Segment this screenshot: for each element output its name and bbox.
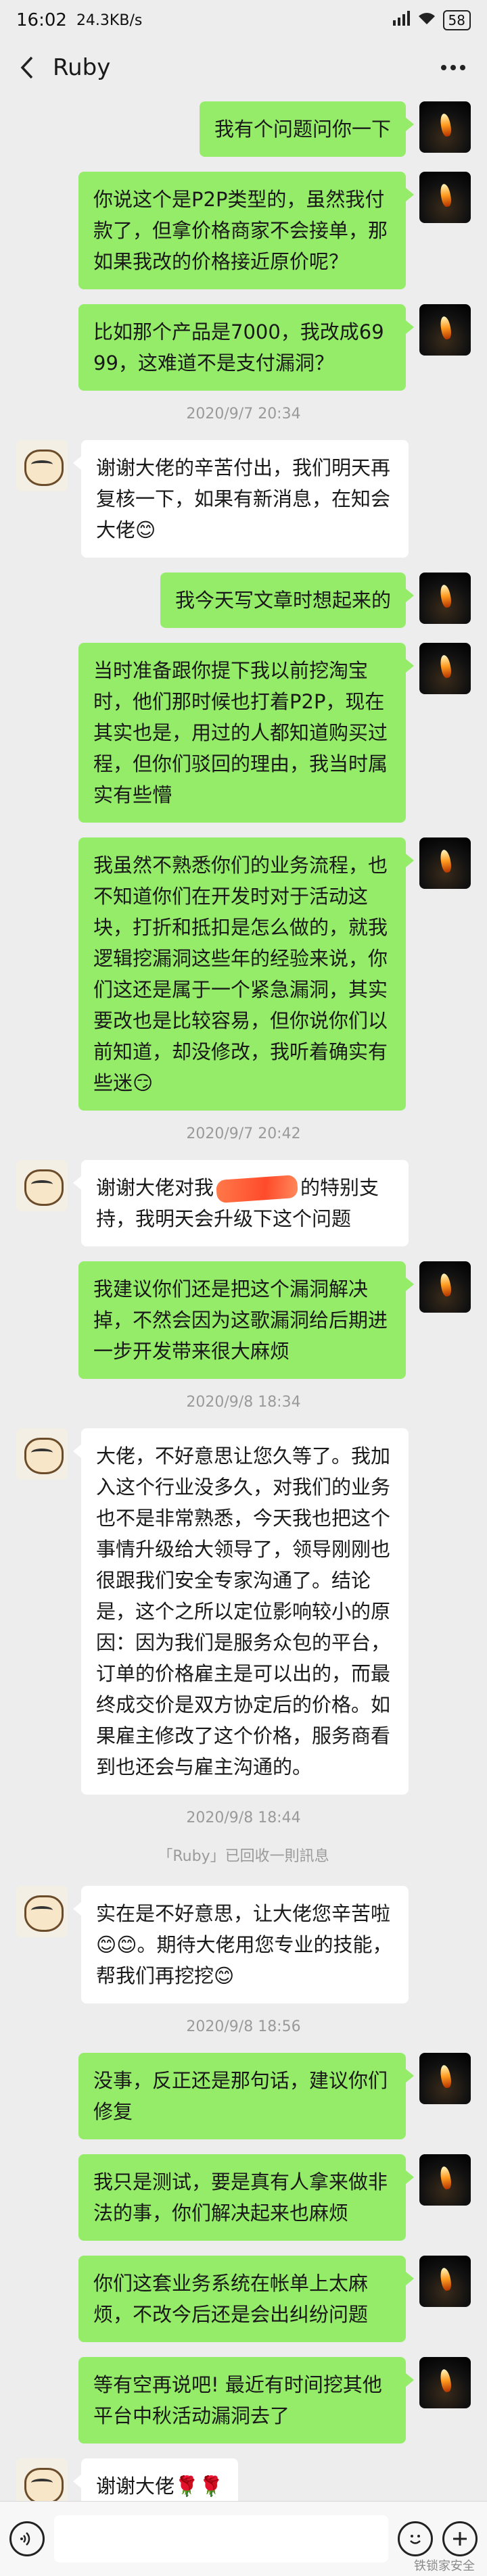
- message-row: 谢谢大佬对我 的特别支持，我明天会升级下这个问题: [0, 1160, 487, 1246]
- contact-avatar[interactable]: [16, 1886, 68, 1937]
- message-input[interactable]: [54, 2515, 388, 2562]
- message-bubble[interactable]: 我今天写文章时想起来的: [160, 573, 415, 628]
- message-bubble[interactable]: 谢谢大佬的辛苦付出，我们明天再复核一下，如果有新消息，在知会大佬😊: [73, 440, 409, 558]
- message-text: 谢谢大佬🌹🌹: [96, 2475, 224, 2498]
- message-bubble[interactable]: 等有空再说吧! 最近有时间挖其他平台中秋活动漏洞去了: [78, 2357, 414, 2444]
- status-left: 16:02 24.3KB/s: [16, 10, 142, 30]
- message-bubble[interactable]: 没事，反正还是那句话，建议你们修复: [78, 2053, 414, 2139]
- message-text: 谢谢大佬的辛苦付出，我们明天再复核一下，如果有新消息，在知会大佬😊: [96, 456, 391, 541]
- message-text: 我建议你们还是把这个漏洞解决掉，不然会因为这歌漏洞给后期进一步开发带来很大麻烦: [93, 1278, 388, 1363]
- battery-indicator: 58: [442, 10, 471, 30]
- message-row: 没事，反正还是那句话，建议你们修复: [0, 2053, 487, 2139]
- timestamp: 2020/9/8 18:56: [186, 2018, 301, 2035]
- plus-icon[interactable]: [442, 2521, 478, 2556]
- status-bar: 16:02 24.3KB/s 58: [0, 0, 487, 41]
- message-text: 我今天写文章时想起来的: [175, 589, 391, 612]
- message-bubble[interactable]: 我只是测试，要是真有人拿来做非法的事，你们解决起来也麻烦: [78, 2154, 414, 2241]
- chat-title: Ruby: [53, 54, 111, 81]
- message-row: 当时准备跟你提下我以前挖淘宝时，他们那时候也打着P2P，现在其实也是，用过的人都…: [0, 643, 487, 823]
- message-row: 大佬，不好意思让您久等了。我加入这个行业没多久，对我们的业务也不是非常熟悉，今天…: [0, 1428, 487, 1795]
- message-row: 你们这套业务系统在帐单上太麻烦，不改今后还是会出纠纷问题: [0, 2256, 487, 2342]
- message-bubble[interactable]: 我建议你们还是把这个漏洞解决掉，不然会因为这歌漏洞给后期进一步开发带来很大麻烦: [78, 1261, 414, 1379]
- self-avatar[interactable]: [419, 2256, 471, 2307]
- message-text: 比如那个产品是7000，我改成6999，这难道不是支付漏洞？: [93, 320, 384, 374]
- message-row: 实在是不好意思，让大佬您辛苦啦😊😊。期待大佬用您专业的技能，帮我们再挖挖😊: [0, 1886, 487, 2003]
- message-text: 我只是测试，要是真有人拿来做非法的事，你们解决起来也麻烦: [93, 2170, 388, 2225]
- message-row: 你说这个是P2P类型的，虽然我付款了，但拿价格商家不会接单，那如果我改的价格接近…: [0, 172, 487, 289]
- message-list: 我有个问题问你一下你说这个是P2P类型的，虽然我付款了，但拿价格商家不会接单，那…: [0, 101, 487, 2529]
- message-row: 比如那个产品是7000，我改成6999，这难道不是支付漏洞？: [0, 304, 487, 391]
- message-row: 我虽然不熟悉你们的业务流程，也不知道你们在开发时对于活动这块，打折和抵扣是怎么做…: [0, 837, 487, 1111]
- message-row: 我有个问题问你一下: [0, 101, 487, 157]
- more-dots-icon[interactable]: [433, 54, 473, 81]
- message-row: 谢谢大佬的辛苦付出，我们明天再复核一下，如果有新消息，在知会大佬😊: [0, 440, 487, 558]
- message-row: 我只是测试，要是真有人拿来做非法的事，你们解决起来也麻烦: [0, 2154, 487, 2241]
- message-text: 谢谢大佬对我: [96, 1176, 214, 1199]
- contact-avatar[interactable]: [16, 440, 68, 491]
- self-avatar[interactable]: [419, 101, 471, 153]
- chat-header: Ruby: [0, 41, 487, 95]
- timestamp: 2020/9/8 18:34: [186, 1394, 301, 1411]
- message-bubble[interactable]: 实在是不好意思，让大佬您辛苦啦😊😊。期待大佬用您专业的技能，帮我们再挖挖😊: [73, 1886, 409, 2003]
- message-bubble[interactable]: 比如那个产品是7000，我改成6999，这难道不是支付漏洞？: [78, 304, 414, 391]
- message-row: 我建议你们还是把这个漏洞解决掉，不然会因为这歌漏洞给后期进一步开发带来很大麻烦: [0, 1261, 487, 1379]
- system-notice: 「Ruby」已回收一則訊息: [158, 1848, 329, 1865]
- redaction-mark: [215, 1174, 299, 1204]
- wifi-icon: [417, 11, 436, 30]
- message-text: 当时准备跟你提下我以前挖淘宝时，他们那时候也打着P2P，现在其实也是，用过的人都…: [93, 659, 388, 806]
- signal-icon: [392, 11, 411, 30]
- self-avatar[interactable]: [419, 837, 471, 889]
- message-bubble[interactable]: 你说这个是P2P类型的，虽然我付款了，但拿价格商家不会接单，那如果我改的价格接近…: [78, 172, 414, 289]
- message-text: 你们这套业务系统在帐单上太麻烦，不改今后还是会出纠纷问题: [93, 2272, 369, 2326]
- self-avatar[interactable]: [419, 2053, 471, 2104]
- message-text: 我有个问题问你一下: [214, 118, 391, 141]
- emoji-icon[interactable]: [398, 2521, 433, 2556]
- message-text: 大佬，不好意思让您久等了。我加入这个行业没多久，对我们的业务也不是非常熟悉，今天…: [96, 1444, 391, 1778]
- self-avatar[interactable]: [419, 2154, 471, 2206]
- message-text: 没事，反正还是那句话，建议你们修复: [93, 2069, 388, 2123]
- contact-avatar[interactable]: [16, 1428, 68, 1480]
- contact-avatar[interactable]: [16, 1160, 68, 1211]
- message-row: 我今天写文章时想起来的: [0, 573, 487, 628]
- timestamp: 2020/9/7 20:34: [186, 406, 301, 422]
- message-text: 等有空再说吧! 最近有时间挖其他平台中秋活动漏洞去了: [93, 2373, 382, 2427]
- message-bubble[interactable]: 你们这套业务系统在帐单上太麻烦，不改今后还是会出纠纷问题: [78, 2256, 414, 2342]
- self-avatar[interactable]: [419, 1261, 471, 1313]
- watermark: 铁锁家安全: [414, 2559, 475, 2573]
- self-avatar[interactable]: [419, 172, 471, 223]
- voice-icon[interactable]: [9, 2521, 45, 2556]
- self-avatar[interactable]: [419, 304, 471, 356]
- self-avatar[interactable]: [419, 2357, 471, 2408]
- message-bubble[interactable]: 谢谢大佬对我 的特别支持，我明天会升级下这个问题: [73, 1160, 409, 1246]
- timestamp: 2020/9/7 20:42: [186, 1125, 301, 1142]
- status-time: 16:02: [16, 10, 67, 30]
- message-text: 你说这个是P2P类型的，虽然我付款了，但拿价格商家不会接单，那如果我改的价格接近…: [93, 188, 388, 273]
- chevron-left-icon[interactable]: [14, 54, 41, 81]
- message-text: 我虽然不熟悉你们的业务流程，也不知道你们在开发时对于活动这块，打折和抵扣是怎么做…: [93, 854, 388, 1094]
- message-text: 实在是不好意思，让大佬您辛苦啦😊😊。期待大佬用您专业的技能，帮我们再挖挖😊: [96, 1902, 392, 1987]
- status-right: 58: [392, 10, 471, 30]
- self-avatar[interactable]: [419, 573, 471, 624]
- message-bubble[interactable]: 我虽然不熟悉你们的业务流程，也不知道你们在开发时对于活动这块，打折和抵扣是怎么做…: [78, 837, 414, 1111]
- network-speed: 24.3KB/s: [76, 11, 143, 29]
- message-bubble[interactable]: 大佬，不好意思让您久等了。我加入这个行业没多久，对我们的业务也不是非常熟悉，今天…: [73, 1428, 409, 1795]
- timestamp: 2020/9/8 18:44: [186, 1809, 301, 1826]
- message-bubble[interactable]: 当时准备跟你提下我以前挖淘宝时，他们那时候也打着P2P，现在其实也是，用过的人都…: [78, 643, 414, 823]
- message-row: 等有空再说吧! 最近有时间挖其他平台中秋活动漏洞去了: [0, 2357, 487, 2444]
- message-bubble[interactable]: 我有个问题问你一下: [199, 101, 415, 157]
- self-avatar[interactable]: [419, 643, 471, 694]
